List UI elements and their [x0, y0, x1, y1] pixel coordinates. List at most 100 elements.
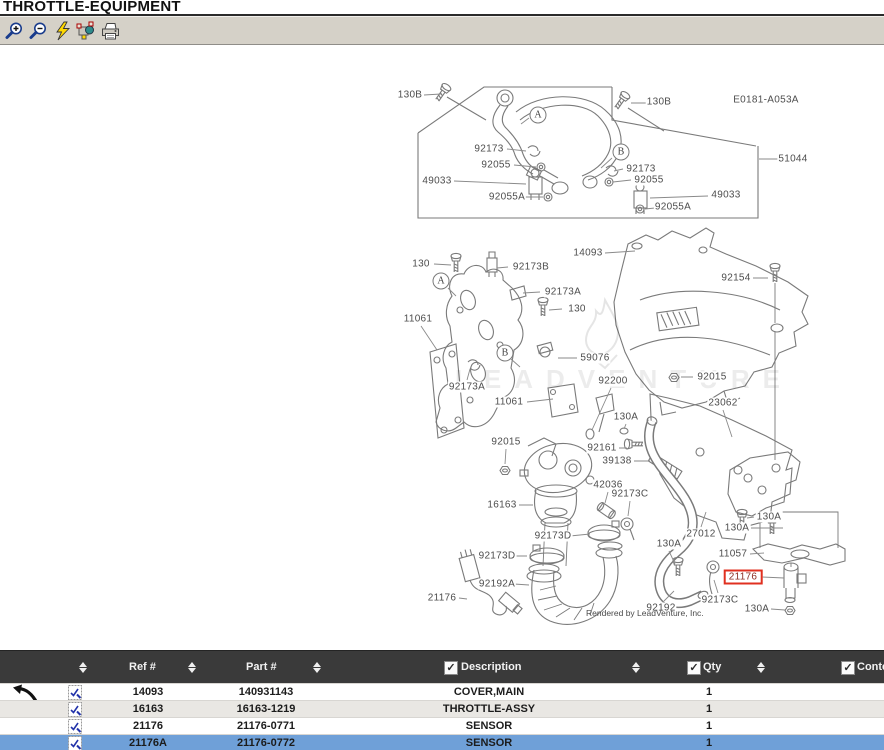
part-callout-59076[interactable]: 59076: [579, 353, 610, 364]
part-callout-E0181-A053A[interactable]: E0181-A053A: [732, 95, 800, 106]
parts-fiche-window: THROTTLE-EQUIPMENT: [0, 0, 884, 750]
cell-qty: 1: [706, 735, 712, 750]
part-callout-21176[interactable]: 21176: [427, 593, 458, 604]
edit-part-icon[interactable]: [68, 719, 82, 734]
column-part-label: Part #: [246, 661, 277, 673]
table-row-selected[interactable]: 21176A 21176-0772 SENSOR 1: [0, 734, 884, 750]
part-callout-92055A[interactable]: 92055A: [488, 192, 526, 203]
cell-description: THROTTLE-ASSY: [443, 701, 535, 718]
part-callout-92173D[interactable]: 92173D: [478, 551, 517, 562]
part-callout-layer: 130B130BE0181-A053A92173920554903392055A…: [0, 0, 884, 750]
part-callout-92173C[interactable]: 92173C: [611, 489, 650, 500]
ref-bubble-A: A: [433, 273, 450, 290]
print-button[interactable]: [100, 20, 121, 41]
part-callout-130A[interactable]: 130A: [613, 412, 640, 423]
part-callout-92173A[interactable]: 92173A: [544, 287, 582, 298]
render-credit: Rendered by LeadVenture, Inc.: [586, 608, 704, 618]
part-callout-27012[interactable]: 27012: [685, 529, 716, 540]
sort-icon[interactable]: [79, 662, 87, 673]
part-callout-49033[interactable]: 49033: [710, 190, 741, 201]
column-qty-label: Qty: [703, 661, 721, 673]
table-row[interactable]: 21176 21176-0771 SENSOR 1: [0, 717, 884, 735]
part-callout-92161[interactable]: 92161: [586, 443, 617, 454]
part-callout-11057[interactable]: 11057: [718, 549, 749, 560]
cell-ref: 16163: [133, 701, 164, 718]
part-callout-92173C[interactable]: 92173C: [701, 595, 740, 606]
cell-description: SENSOR: [466, 718, 512, 735]
ref-bubble-B: B: [613, 144, 630, 161]
cell-part: 21176-0772: [237, 735, 295, 750]
column-description-label: Description: [461, 661, 522, 673]
edit-part-icon[interactable]: [68, 702, 82, 717]
zoom-out-button[interactable]: [28, 20, 49, 41]
flash-view-button[interactable]: [52, 20, 73, 41]
cell-qty: 1: [706, 718, 712, 735]
sort-description-icon[interactable]: [632, 662, 640, 673]
diagram-toolbar: [0, 16, 884, 45]
cell-qty: 1: [706, 701, 712, 718]
ref-bubble-B: B: [497, 345, 514, 362]
part-callout-49033[interactable]: 49033: [421, 176, 452, 187]
contents-checkbox[interactable]: ✓: [841, 661, 855, 675]
part-callout-92173A[interactable]: 92173A: [448, 382, 486, 393]
part-callout-11061[interactable]: 11061: [494, 397, 525, 408]
column-contents-label: Conte: [857, 661, 884, 673]
part-callout-92200[interactable]: 92200: [597, 376, 628, 387]
cell-part: 16163-1219: [237, 701, 296, 718]
parts-table: Ref # Part # ✓ Description ✓ Qty ✓ Conte: [0, 650, 884, 750]
sort-part-icon[interactable]: [313, 662, 321, 673]
part-callout-11061[interactable]: 11061: [403, 314, 434, 325]
part-callout-16163[interactable]: 16163: [486, 500, 517, 511]
part-callout-92173[interactable]: 92173: [625, 164, 656, 175]
edit-part-icon[interactable]: [68, 685, 82, 700]
part-callout-130B[interactable]: 130B: [397, 90, 424, 101]
description-checkbox[interactable]: ✓: [444, 661, 458, 675]
part-callout-92173[interactable]: 92173: [473, 144, 504, 155]
edit-part-icon[interactable]: [68, 736, 82, 750]
part-callout-14093[interactable]: 14093: [572, 248, 603, 259]
part-callout-39138[interactable]: 39138: [601, 456, 632, 467]
cell-qty: 1: [706, 684, 712, 701]
table-row[interactable]: 16163 16163-1219 THROTTLE-ASSY 1: [0, 700, 884, 718]
qty-checkbox[interactable]: ✓: [687, 661, 701, 675]
part-callout-21176[interactable]: 21176: [724, 570, 763, 585]
page-title-bar: THROTTLE-EQUIPMENT: [0, 0, 884, 16]
highlight-parts-icon: [76, 21, 97, 41]
part-callout-130[interactable]: 130: [567, 304, 587, 315]
cell-description: SENSOR: [466, 735, 512, 750]
part-callout-130[interactable]: 130: [411, 259, 431, 270]
cell-part: 140931143: [239, 684, 293, 701]
part-callout-130A[interactable]: 130A: [756, 512, 783, 523]
part-callout-92055[interactable]: 92055: [633, 175, 664, 186]
lightning-icon: [54, 21, 72, 41]
part-callout-92192A[interactable]: 92192A: [478, 579, 516, 590]
cell-ref: 21176: [133, 718, 163, 735]
part-callout-51044[interactable]: 51044: [777, 154, 808, 165]
part-callout-23062[interactable]: 23062: [707, 398, 738, 409]
part-callout-92055A[interactable]: 92055A: [654, 202, 692, 213]
cell-ref: 21176A: [129, 735, 167, 750]
magnifier-minus-icon: [29, 21, 49, 41]
parts-table-header: Ref # Part # ✓ Description ✓ Qty ✓ Conte: [0, 650, 884, 684]
magnifier-plus-icon: [5, 21, 25, 41]
part-callout-92173D[interactable]: 92173D: [534, 531, 573, 542]
page-title: THROTTLE-EQUIPMENT: [3, 0, 181, 15]
ref-bubble-A: A: [530, 107, 547, 124]
part-callout-92173B[interactable]: 92173B: [512, 262, 550, 273]
sort-ref-icon[interactable]: [188, 662, 196, 673]
sort-qty-icon[interactable]: [757, 662, 765, 673]
part-callout-130A[interactable]: 130A: [724, 523, 751, 534]
part-callout-130A[interactable]: 130A: [656, 539, 683, 550]
part-callout-130B[interactable]: 130B: [646, 97, 673, 108]
table-row[interactable]: 14093 140931143 COVER,MAIN 1: [0, 683, 884, 701]
printer-icon: [100, 21, 121, 41]
part-callout-92015[interactable]: 92015: [696, 372, 727, 383]
cell-part: 21176-0771: [237, 718, 295, 735]
highlight-parts-button[interactable]: [76, 20, 97, 41]
part-callout-92015[interactable]: 92015: [490, 437, 521, 448]
part-callout-92154[interactable]: 92154: [720, 273, 751, 284]
part-callout-130A[interactable]: 130A: [744, 604, 771, 615]
part-callout-92055[interactable]: 92055: [480, 160, 511, 171]
cell-description: COVER,MAIN: [454, 684, 524, 701]
zoom-in-button[interactable]: [4, 20, 25, 41]
